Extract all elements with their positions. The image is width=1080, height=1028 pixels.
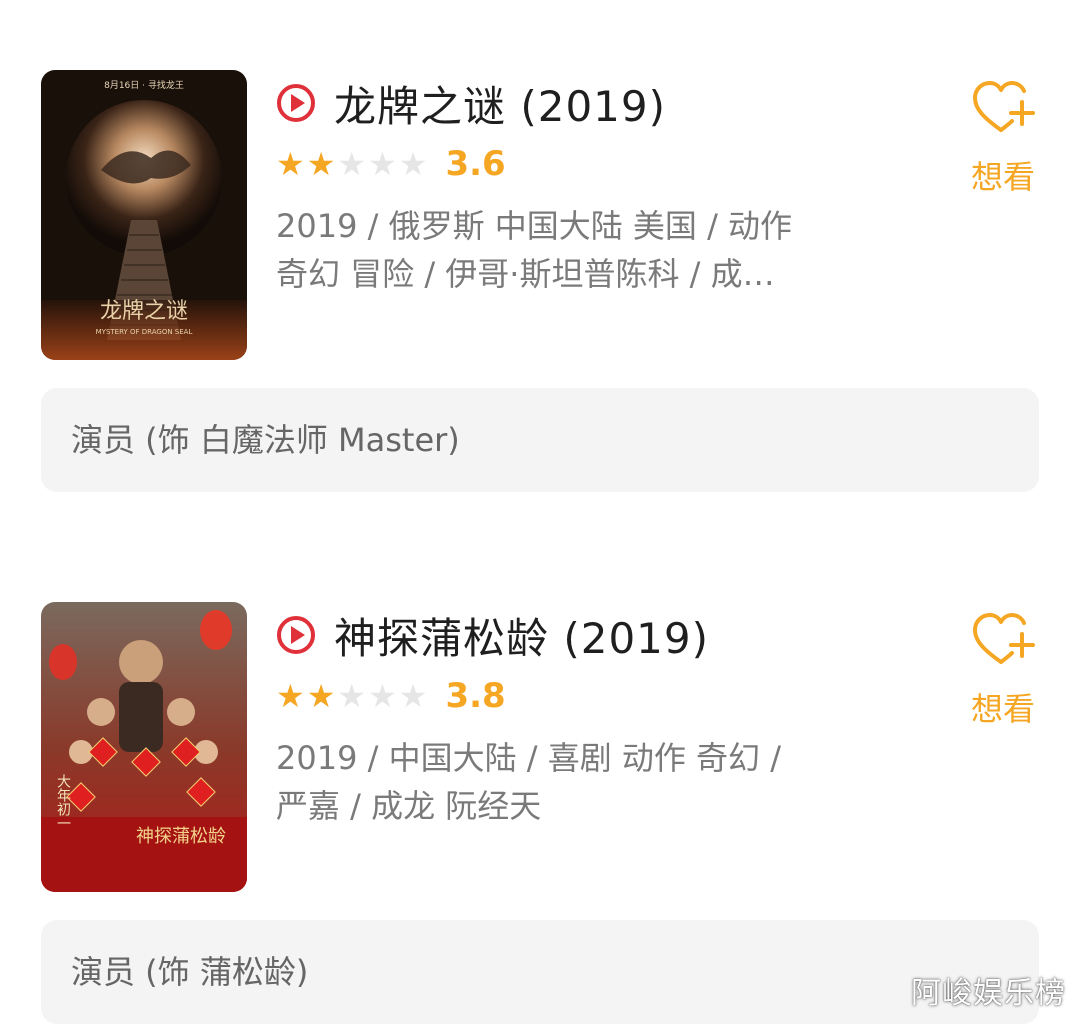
poster-title-text: 龙牌之谜 xyxy=(100,299,188,324)
movie-poster-2[interactable]: 神探蒲松龄 大年初一 xyxy=(41,602,247,892)
star-icon: ★ xyxy=(306,677,336,715)
role-box: 演员 (饰 蒲松龄) xyxy=(41,920,1039,1024)
movie-meta: 2019 / 俄罗斯 中国大陆 美国 / 动作 奇幻 冒险 / 伊哥·斯坦普陈科… xyxy=(276,202,836,298)
role-text: 演员 (饰 蒲松龄) xyxy=(71,953,309,991)
star-icon: ★ xyxy=(368,677,397,715)
movie-title[interactable]: 神探蒲松龄 (2019) xyxy=(334,605,709,666)
poster-en-text: MYSTERY OF DRAGON SEAL xyxy=(96,328,193,336)
poster-date-text: 8月16日 · 寻找龙王 xyxy=(104,79,184,91)
poster-side-text: 大年初一 xyxy=(55,774,71,830)
meta-line-1: 2019 / 俄罗斯 中国大陆 美国 / 动作 xyxy=(276,207,793,245)
meta-line-1: 2019 / 中国大陆 / 喜剧 动作 奇幻 / xyxy=(276,739,781,777)
movie-meta: 2019 / 中国大陆 / 喜剧 动作 奇幻 / 严嘉 / 成龙 阮经天 xyxy=(276,734,836,830)
star-rating: ★ ★ ★ ★ ★ xyxy=(276,680,429,712)
star-icon: ★ xyxy=(398,677,428,715)
role-text: 演员 (饰 白魔法师 Master) xyxy=(71,421,460,459)
poster-title-text: 神探蒲松龄 xyxy=(136,826,226,847)
meta-line-2: 奇幻 冒险 / 伊哥·斯坦普陈科 / 成… xyxy=(276,255,775,293)
score: 3.6 xyxy=(445,144,506,184)
want-label: 想看 xyxy=(970,690,1035,728)
movie-poster-1[interactable]: 龙牌之谜 MYSTERY OF DRAGON SEAL 8月16日 · 寻找龙王 xyxy=(41,70,247,360)
meta-line-2: 严嘉 / 成龙 阮经天 xyxy=(276,787,542,825)
play-icon[interactable] xyxy=(276,615,316,655)
want-to-watch-button[interactable]: 想看 xyxy=(960,78,1046,198)
play-icon[interactable] xyxy=(276,83,316,123)
role-box: 演员 (饰 白魔法师 Master) xyxy=(41,388,1039,492)
movie-title[interactable]: 龙牌之谜 (2019) xyxy=(334,73,666,134)
star-icon: ★ xyxy=(337,677,367,715)
star-icon: ★ xyxy=(337,145,367,183)
star-rating: ★ ★ ★ ★ ★ xyxy=(276,148,429,180)
want-to-watch-button[interactable]: 想看 xyxy=(960,610,1046,730)
rating: ★ ★ ★ ★ ★ 3.6 xyxy=(276,142,916,186)
heart-plus-icon xyxy=(973,613,1035,664)
star-icon: ★ xyxy=(368,145,397,183)
rating: ★ ★ ★ ★ ★ 3.8 xyxy=(276,674,916,718)
want-label: 想看 xyxy=(970,158,1035,196)
heart-plus-icon xyxy=(973,81,1035,132)
watermark: 阿峻娱乐榜 xyxy=(911,976,1066,1011)
score: 3.8 xyxy=(445,676,506,716)
star-icon: ★ xyxy=(306,145,336,183)
star-icon: ★ xyxy=(276,677,305,715)
star-icon: ★ xyxy=(398,145,428,183)
star-icon: ★ xyxy=(276,145,305,183)
